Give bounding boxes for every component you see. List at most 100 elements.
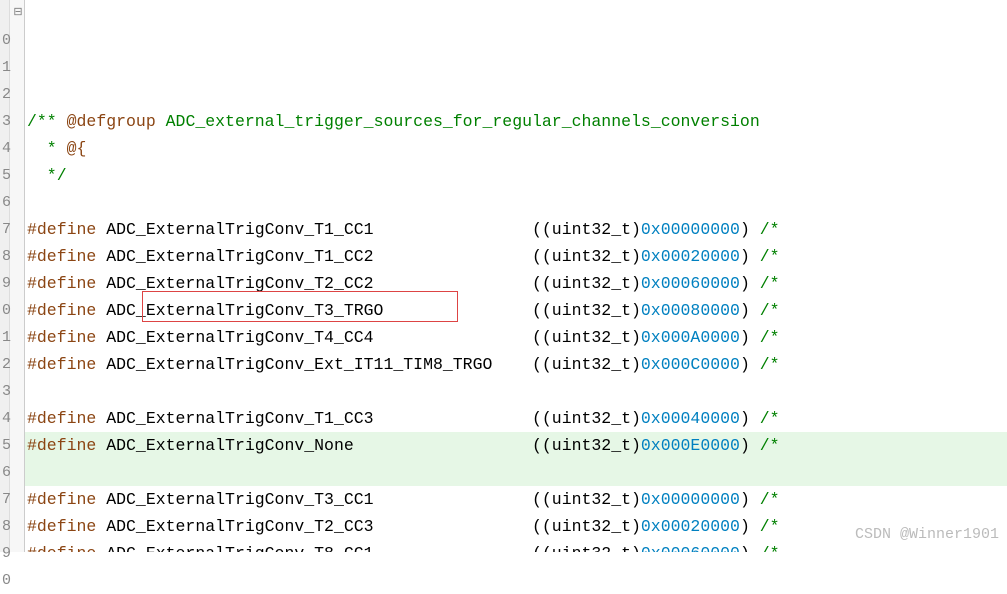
line-number: 8 <box>0 513 7 540</box>
code-line[interactable]: /** @defgroup ADC_external_trigger_sourc… <box>25 108 1007 135</box>
code-area[interactable]: /** @defgroup ADC_external_trigger_sourc… <box>25 0 1007 552</box>
fold-marker <box>10 432 24 459</box>
fold-marker <box>10 135 24 162</box>
code-token: /* <box>760 355 780 374</box>
line-number-gutter: 012345678901234567890 <box>0 0 10 552</box>
code-token: @{ <box>67 139 87 158</box>
code-token: 0x000E0000 <box>641 436 740 455</box>
line-number: 0 <box>0 297 7 324</box>
fold-marker <box>10 405 24 432</box>
code-line[interactable]: #define ADC_ExternalTrigConv_Ext_IT11_TI… <box>25 351 1007 378</box>
code-line[interactable]: * @{ <box>25 135 1007 162</box>
code-editor[interactable]: 012345678901234567890 ⊟ /** @defgroup AD… <box>0 0 1007 552</box>
line-number: 9 <box>0 540 7 567</box>
code-token: #define <box>27 490 106 509</box>
fold-marker <box>10 351 24 378</box>
fold-marker <box>10 81 24 108</box>
code-token: /* <box>760 328 780 347</box>
code-token: /** <box>27 112 67 131</box>
fold-marker <box>10 297 24 324</box>
fold-marker <box>10 216 24 243</box>
fold-marker <box>10 108 24 135</box>
code-token: ADC_ExternalTrigConv_T3_TRGO ((uint32_t) <box>106 301 641 320</box>
line-number: 4 <box>0 405 7 432</box>
code-token: 0x00040000 <box>641 409 740 428</box>
fold-marker <box>10 324 24 351</box>
line-number: 1 <box>0 54 7 81</box>
fold-marker <box>10 378 24 405</box>
fold-marker <box>10 459 24 486</box>
code-token: 0x00060000 <box>641 274 740 293</box>
fold-marker <box>10 270 24 297</box>
fold-marker <box>10 162 24 189</box>
code-token: ) <box>740 274 760 293</box>
code-token: ADC_ExternalTrigConv_T1_CC2 ((uint32_t) <box>106 247 641 266</box>
code-token: ) <box>740 409 760 428</box>
code-token: /* <box>760 490 780 509</box>
code-token: #define <box>27 328 106 347</box>
line-number: 3 <box>0 378 7 405</box>
fold-marker <box>10 486 24 513</box>
code-line[interactable]: #define ADC_ExternalTrigConv_T3_CC1 ((ui… <box>25 486 1007 513</box>
line-number: 3 <box>0 108 7 135</box>
code-line[interactable]: */ <box>25 162 1007 189</box>
code-line[interactable]: #define ADC_ExternalTrigConv_T1_CC3 ((ui… <box>25 405 1007 432</box>
code-line[interactable]: #define ADC_ExternalTrigConv_None ((uint… <box>25 432 1007 459</box>
code-token: 0x000C0000 <box>641 355 740 374</box>
fold-marker <box>10 540 24 567</box>
code-token: 0x00060000 <box>641 544 740 552</box>
fold-marker[interactable]: ⊟ <box>10 0 24 27</box>
code-token: 0x00000000 <box>641 220 740 239</box>
code-token: ) <box>740 544 760 552</box>
fold-marker <box>10 513 24 540</box>
line-number: 7 <box>0 216 7 243</box>
code-token: ) <box>740 247 760 266</box>
watermark: CSDN @Winner1901 <box>855 521 999 548</box>
code-line[interactable]: #define ADC_ExternalTrigConv_T3_TRGO ((u… <box>25 297 1007 324</box>
code-line[interactable] <box>25 378 1007 405</box>
code-line[interactable]: #define ADC_ExternalTrigConv_T1_CC2 ((ui… <box>25 243 1007 270</box>
fold-marker <box>10 567 24 594</box>
line-number: 2 <box>0 351 7 378</box>
code-token: ADC_ExternalTrigConv_T2_CC3 ((uint32_t) <box>106 517 641 536</box>
code-token: #define <box>27 301 106 320</box>
code-line[interactable]: #define ADC_ExternalTrigConv_T2_CC2 ((ui… <box>25 270 1007 297</box>
code-token: #define <box>27 544 106 552</box>
code-token: ) <box>740 301 760 320</box>
code-token: ADC_ExternalTrigConv_T1_CC1 ((uint32_t) <box>106 220 641 239</box>
line-number: 0 <box>0 27 7 54</box>
code-token: #define <box>27 247 106 266</box>
code-token: /* <box>760 409 780 428</box>
code-token: 0x00020000 <box>641 517 740 536</box>
code-line[interactable]: #define ADC_ExternalTrigConv_T4_CC4 ((ui… <box>25 324 1007 351</box>
fold-marker <box>10 189 24 216</box>
code-token: /* <box>760 301 780 320</box>
code-token: ) <box>740 517 760 536</box>
code-token: /* <box>760 544 780 552</box>
line-number: 5 <box>0 432 7 459</box>
code-token: #define <box>27 409 106 428</box>
code-token: ADC_ExternalTrigConv_T1_CC3 ((uint32_t) <box>106 409 641 428</box>
code-line[interactable] <box>25 189 1007 216</box>
line-number: 5 <box>0 162 7 189</box>
code-token: /* <box>760 274 780 293</box>
code-token: #define <box>27 220 106 239</box>
code-token: #define <box>27 436 106 455</box>
code-token: ) <box>740 490 760 509</box>
line-number: 8 <box>0 243 7 270</box>
fold-marker <box>10 54 24 81</box>
fold-gutter[interactable]: ⊟ <box>10 0 25 552</box>
code-token: #define <box>27 274 106 293</box>
code-line[interactable]: #define ADC_ExternalTrigConv_T1_CC1 ((ui… <box>25 216 1007 243</box>
code-token: 0x00000000 <box>641 490 740 509</box>
code-token: ADC_ExternalTrigConv_T3_CC1 ((uint32_t) <box>106 490 641 509</box>
code-token: 0x000A0000 <box>641 328 740 347</box>
code-token: #define <box>27 517 106 536</box>
code-token: ) <box>740 436 760 455</box>
fold-marker <box>10 27 24 54</box>
code-token: ADC_ExternalTrigConv_None ((uint32_t) <box>106 436 641 455</box>
code-line[interactable] <box>25 459 1007 486</box>
line-number: 6 <box>0 459 7 486</box>
code-token: ADC_external_trigger_sources_for_regular… <box>156 112 760 131</box>
code-token: /* <box>760 247 780 266</box>
